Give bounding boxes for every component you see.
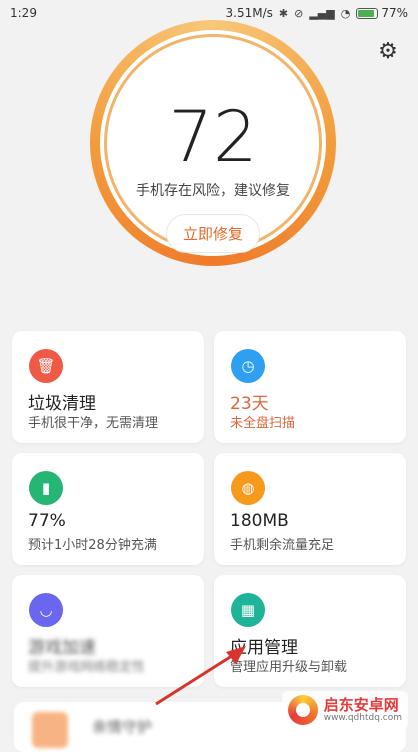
card-subtitle: 手机剩余流量充足: [230, 538, 335, 553]
status-right: 3.51M/s ✱ ⊘ ▂▄▆ ◔ 77%: [226, 6, 408, 20]
card-title: 23天: [230, 394, 269, 414]
watermark: 启东安卓网 www.qdhtdq.com: [281, 691, 408, 729]
repair-now-button[interactable]: 立即修复: [165, 214, 260, 253]
status-time: 1:29: [10, 6, 37, 20]
card-data-usage[interactable]: ◍ 180MB 手机剩余流量充足: [214, 453, 406, 565]
gear-icon[interactable]: ⚙: [376, 40, 400, 64]
battery-indicator: 77%: [356, 6, 408, 20]
family-guard-icon: [32, 712, 68, 748]
card-subtitle: 未全盘扫描: [230, 416, 296, 431]
family-guard-label: 亲情守护: [92, 718, 153, 736]
grid-icon: ▦: [231, 593, 265, 627]
battery-icon: [356, 7, 379, 19]
card-title: 77%: [28, 511, 66, 531]
bluetooth-icon: ✱: [278, 6, 289, 20]
card-title: 180MB: [230, 511, 289, 531]
signal-icon: ▂▄▆: [309, 6, 335, 20]
battery-percent: 77%: [381, 6, 408, 20]
card-battery[interactable]: ▮ 77% 预计1小时28分钟充满: [12, 453, 204, 565]
timer-icon: ◷: [231, 349, 265, 383]
watermark-name: 启东安卓网: [323, 696, 399, 714]
score-panel: 72 手机存在风险，建议修复 立即修复: [90, 20, 336, 266]
watermark-text-block: 启东安卓网 www.qdhtdq.com: [324, 697, 402, 723]
trash-icon: 🗑: [29, 349, 63, 383]
battery-icon: ▮: [29, 471, 63, 505]
watermark-logo-icon: [287, 695, 318, 725]
wifi-icon: ◔: [340, 6, 351, 20]
watermark-url: www.qdhtdq.com: [323, 713, 402, 723]
network-speed: 3.51M/s: [225, 6, 273, 20]
battery-fill: [358, 9, 374, 17]
card-subtitle: 手机很干净，无需清理: [28, 416, 159, 431]
card-title: 垃圾清理: [28, 394, 96, 414]
card-subtitle: 提升游戏网络稳定性: [28, 660, 146, 675]
card-scan[interactable]: ◷ 23天 未全盘扫描: [214, 331, 406, 443]
score-subtitle: 手机存在风险，建议修复: [136, 183, 290, 199]
score-value: 72: [168, 96, 258, 178]
droplet-icon: ◍: [231, 471, 265, 505]
card-junk-clean[interactable]: 🗑 垃圾清理 手机很干净，无需清理: [12, 331, 204, 443]
gamepad-icon: ◡: [29, 593, 63, 627]
card-title: 游戏加速: [28, 638, 96, 658]
alarm-muted-icon: ⊘: [294, 6, 304, 20]
annotation-arrow: [155, 646, 246, 706]
card-subtitle: 预计1小时28分钟充满: [28, 538, 157, 553]
